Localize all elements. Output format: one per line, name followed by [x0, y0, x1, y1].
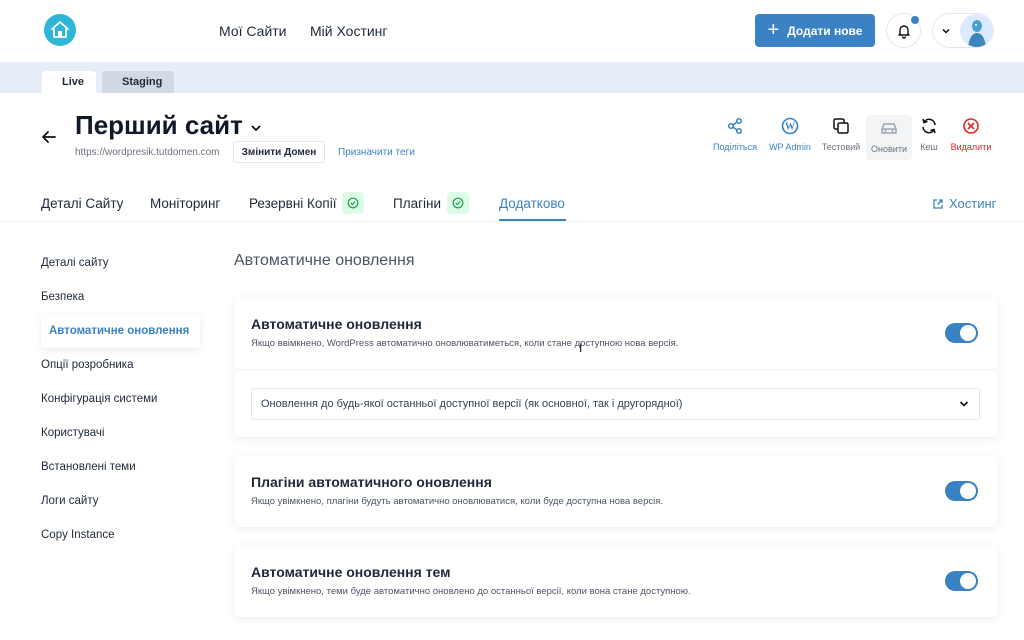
notifications-button[interactable] [886, 13, 921, 48]
car-icon [879, 118, 899, 138]
section-title: Автоматичне оновлення [234, 252, 415, 269]
wp-admin-label: WP Admin [769, 142, 811, 152]
close-circle-icon [961, 116, 981, 136]
sidebar-item-system-config[interactable]: Конфігурація системи [41, 393, 157, 405]
plugins-check-icon [447, 192, 469, 214]
auto-update-core-toggle[interactable] [945, 323, 978, 343]
delete-label: Видалити [950, 142, 992, 152]
chevron-down-icon [942, 28, 950, 34]
auto-update-plugins-card: Плагіни автоматичного оновлення Якщо уві… [235, 455, 997, 527]
card-divider [235, 369, 997, 370]
share-action[interactable]: Поділіться [708, 116, 762, 160]
sidebar-item-site-logs[interactable]: Логи сайту [41, 495, 98, 507]
tab-backups[interactable]: Резервні Копії [249, 196, 337, 211]
auto-update-themes-card: Автоматичне оновлення тем Якщо увімкнено… [235, 545, 997, 617]
sidebar-item-auto-update[interactable]: Автоматичне оновлення [41, 314, 200, 348]
tab-extra[interactable]: Додатково [499, 196, 565, 211]
refresh-icon [919, 116, 939, 136]
card-description: Якщо увімкнено, плагіни будуть автоматич… [251, 496, 664, 507]
home-logo-icon[interactable] [44, 14, 76, 46]
external-link-icon [933, 198, 943, 209]
share-label: Поділіться [713, 142, 757, 152]
user-menu-button[interactable] [932, 13, 994, 48]
tab-plugins[interactable]: Плагіни [393, 196, 441, 211]
auto-update-themes-toggle[interactable] [945, 571, 978, 591]
env-staging-label: Staging [122, 76, 163, 88]
bell-icon [897, 24, 910, 39]
update-action[interactable]: Оновити [866, 115, 912, 160]
tabs-divider [0, 221, 1024, 222]
backups-check-icon [342, 192, 364, 214]
card-title: Плагіни автоматичного оновлення [251, 474, 492, 490]
card-description: Якщо ввімкнено, WordPress автоматично он… [251, 338, 679, 349]
card-title: Автоматичне оновлення тем [251, 564, 451, 580]
copy-icon [831, 116, 851, 136]
sidebar-item-security[interactable]: Безпека [41, 291, 84, 303]
assign-tags-link[interactable]: Призначити теги [338, 147, 415, 158]
add-new-label: Додати нове [787, 23, 863, 38]
notification-dot [911, 16, 919, 24]
nav-my-sites[interactable]: Мої Сайти [219, 23, 287, 39]
card-title: Автоматичне оновлення [251, 316, 422, 332]
text-cursor-icon: I [579, 341, 583, 355]
update-mode-value: Оновлення до будь-якої останньої доступн… [261, 398, 683, 410]
add-new-button[interactable]: + Додати нове [755, 14, 875, 47]
back-arrow-icon[interactable] [40, 128, 58, 146]
env-live-label: Live [62, 76, 85, 88]
hosting-label: Хостинг [949, 196, 997, 211]
cache-label: Кеш [920, 142, 938, 152]
site-switcher-chevron-icon[interactable] [248, 120, 264, 136]
delete-action[interactable]: Видалити [948, 116, 994, 160]
update-mode-select[interactable]: Оновлення до будь-якої останньої доступн… [251, 388, 980, 420]
wp-admin-action[interactable]: W WP Admin [764, 116, 816, 160]
sidebar-item-developer-options[interactable]: Опції розробника [41, 359, 133, 371]
sidebar-item-site-details[interactable]: Деталі сайту [41, 257, 109, 269]
site-url: https://wordpresik.tutdomen.com [75, 147, 220, 158]
auto-update-plugins-toggle[interactable] [945, 481, 978, 501]
test-action[interactable]: Тестовий [819, 116, 863, 160]
share-icon [725, 116, 745, 136]
wordpress-icon: W [780, 116, 800, 136]
sidebar-item-users[interactable]: Користувачі [41, 427, 104, 439]
change-domain-button[interactable]: Змінити Домен [233, 141, 325, 163]
svg-text:W: W [785, 122, 795, 133]
tab-site-details[interactable]: Деталі Сайту [41, 196, 123, 211]
update-label: Оновити [871, 144, 907, 154]
card-description: Якщо увімкнено, теми буде автоматично он… [251, 586, 691, 597]
sidebar-item-installed-themes[interactable]: Встановлені теми [41, 461, 136, 473]
plus-icon: + [767, 18, 780, 41]
avatar [960, 14, 993, 47]
cache-action[interactable]: Кеш [913, 116, 945, 160]
sidebar-item-copy-instance[interactable]: Copy Instance [41, 529, 115, 541]
environment-bar: Live Staging [0, 62, 1024, 93]
top-navbar: Мої Сайти Мій Хостинг + Додати нове [0, 0, 1024, 62]
chevron-down-icon [959, 401, 969, 407]
site-title: Перший сайт [75, 110, 243, 140]
auto-update-core-card: Автоматичне оновлення Якщо ввімкнено, Wo… [235, 297, 997, 437]
tab-monitoring[interactable]: Моніторинг [150, 196, 220, 211]
env-tab-staging[interactable]: Staging [102, 71, 174, 93]
nav-my-hosting[interactable]: Мій Хостинг [310, 23, 388, 39]
test-label: Тестовий [821, 142, 861, 152]
hosting-link[interactable]: Хостинг [932, 196, 996, 211]
env-tab-live[interactable]: Live [42, 71, 96, 93]
